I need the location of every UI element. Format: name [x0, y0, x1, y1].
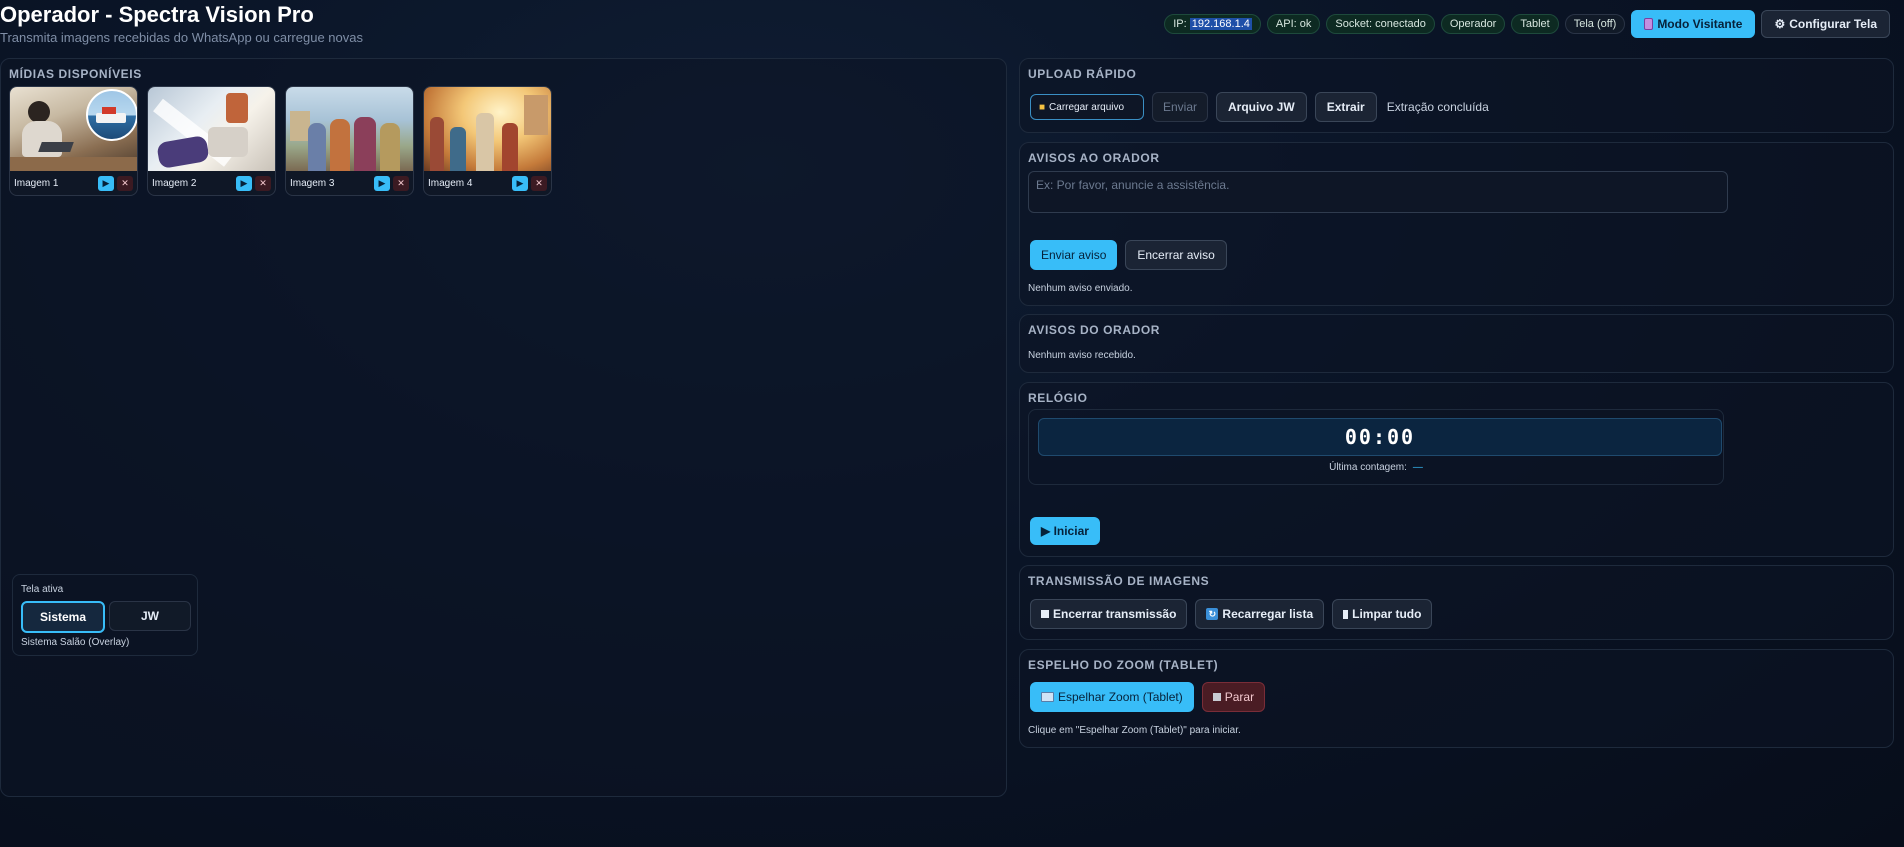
configure-screen-button[interactable]: ⚙ Configurar Tela	[1761, 10, 1890, 38]
media-card-label: Imagem 2	[152, 177, 197, 189]
ip-value: 192.168.1.4	[1189, 18, 1252, 30]
active-screen-label: Tela ativa	[21, 584, 64, 595]
mirror-zoom-label: Espelhar Zoom (Tablet)	[1058, 690, 1183, 704]
role-badge: Operador	[1440, 14, 1506, 34]
media-panel-title: MÍDIAS DISPONÍVEIS	[9, 67, 142, 81]
media-card[interactable]: Imagem 2 ▶ ✕	[147, 86, 276, 196]
speaker-received-panel: AVISOS DO ORADOR Nenhum aviso recebido.	[1019, 314, 1894, 373]
clear-all-label: Limpar tudo	[1352, 607, 1422, 621]
upload-status: Extração concluída	[1386, 100, 1489, 114]
media-thumbnail[interactable]	[424, 87, 551, 171]
visitor-mode-button[interactable]: Modo Visitante	[1631, 10, 1756, 38]
clock-box: 00:00 Última contagem: —	[1028, 409, 1724, 485]
screen-option-sistema[interactable]: Sistema	[21, 601, 105, 633]
folder-icon: ■	[1039, 101, 1046, 113]
ip-label: IP:	[1173, 18, 1187, 30]
media-grid: Imagem 1 ▶ ✕ Imagem 2 ▶ ✕ Imagem 3 ▶ ✕ I…	[9, 86, 552, 196]
received-status: Nenhum aviso recebido.	[1028, 350, 1136, 361]
page-subtitle: Transmita imagens recebidas do WhatsApp …	[0, 30, 363, 45]
screen-option-jw[interactable]: JW	[109, 601, 191, 631]
upload-send-button[interactable]: Enviar	[1152, 92, 1209, 122]
gear-icon: ⚙	[1774, 17, 1786, 31]
play-icon[interactable]: ▶	[374, 175, 390, 191]
upload-file-label: Carregar arquivo	[1049, 101, 1125, 113]
media-card-label: Imagem 4	[428, 177, 473, 189]
upload-panel-title: UPLOAD RÁPIDO	[1028, 67, 1137, 81]
clear-all-button[interactable]: Limpar tudo	[1332, 599, 1433, 629]
clock-title: RELÓGIO	[1028, 391, 1088, 405]
media-card[interactable]: Imagem 1 ▶ ✕	[9, 86, 138, 196]
close-icon[interactable]: ✕	[531, 175, 547, 191]
stop-icon	[1041, 610, 1049, 618]
notice-textarea[interactable]: Ex: Por favor, anuncie a assistência.	[1028, 171, 1728, 213]
zoom-mirror-title: ESPELHO DO ZOOM (TABLET)	[1028, 658, 1219, 672]
upload-file-input[interactable]: ■ Carregar arquivo	[1030, 94, 1144, 120]
media-card-footer: Imagem 4 ▶ ✕	[424, 171, 551, 195]
mirror-zoom-button[interactable]: Espelhar Zoom (Tablet)	[1030, 682, 1194, 712]
active-screen-box: Tela ativa Sistema JW Sistema Salão (Ove…	[12, 574, 198, 656]
api-badge: API: ok	[1266, 14, 1321, 34]
visitor-mode-label: Modo Visitante	[1657, 17, 1743, 31]
play-icon[interactable]: ▶	[98, 175, 114, 191]
media-card[interactable]: Imagem 3 ▶ ✕	[285, 86, 414, 196]
monitor-icon	[1041, 692, 1054, 702]
ip-badge: IP: 192.168.1.4	[1164, 14, 1261, 34]
end-transmission-label: Encerrar transmissão	[1053, 607, 1177, 621]
clock-display: 00:00	[1038, 418, 1722, 456]
media-card-label: Imagem 3	[290, 177, 335, 189]
send-notice-button[interactable]: Enviar aviso	[1030, 240, 1118, 270]
zoom-mirror-hint: Clique em "Espelhar Zoom (Tablet)" para …	[1028, 725, 1241, 736]
clock-panel: RELÓGIO 00:00 Última contagem: — ▶ Inicia…	[1019, 382, 1894, 557]
media-thumbnail[interactable]	[148, 87, 275, 171]
close-icon[interactable]: ✕	[393, 175, 409, 191]
speaker-notices-title: AVISOS AO ORADOR	[1028, 151, 1160, 165]
zoom-mirror-panel: ESPELHO DO ZOOM (TABLET) Espelhar Zoom (…	[1019, 649, 1894, 748]
speaker-received-title: AVISOS DO ORADOR	[1028, 323, 1161, 337]
device-badge: Tablet	[1511, 14, 1559, 34]
stop-mirror-label: Parar	[1224, 690, 1255, 704]
transmission-title: TRANSMISSÃO DE IMAGENS	[1028, 574, 1210, 588]
reload-icon: ↻	[1206, 608, 1219, 620]
reload-list-label: Recarregar lista	[1222, 607, 1314, 621]
start-clock-button[interactable]: ▶ Iniciar	[1030, 517, 1100, 545]
play-icon[interactable]: ▶	[236, 175, 252, 191]
last-count-label: Última contagem:	[1329, 462, 1407, 473]
transmission-panel: TRANSMISSÃO DE IMAGENS Encerrar transmis…	[1019, 565, 1894, 640]
media-thumbnail[interactable]	[10, 87, 137, 171]
play-icon[interactable]: ▶	[512, 175, 528, 191]
media-card-footer: Imagem 1 ▶ ✕	[10, 171, 137, 195]
end-notice-button[interactable]: Encerrar aviso	[1125, 240, 1227, 270]
speaker-notices-panel: AVISOS AO ORADOR Ex: Por favor, anuncie …	[1019, 142, 1894, 306]
media-panel: MÍDIAS DISPONÍVEIS Imagem 1 ▶ ✕ Imagem 2…	[0, 58, 1007, 797]
close-icon[interactable]: ✕	[255, 175, 271, 191]
end-transmission-button[interactable]: Encerrar transmissão	[1030, 599, 1188, 629]
last-count: Última contagem: —	[1029, 462, 1723, 473]
page-title: Operador - Spectra Vision Pro	[0, 2, 314, 27]
upload-panel: UPLOAD RÁPIDO ■ Carregar arquivo Enviar …	[1019, 58, 1894, 133]
media-card-label: Imagem 1	[14, 177, 59, 189]
media-thumbnail[interactable]	[286, 87, 413, 171]
media-card-footer: Imagem 3 ▶ ✕	[286, 171, 413, 195]
jw-file-button[interactable]: Arquivo JW	[1216, 92, 1307, 122]
stop-icon	[1212, 693, 1221, 701]
extract-button[interactable]: Extrair	[1314, 92, 1377, 122]
media-card-footer: Imagem 2 ▶ ✕	[148, 171, 275, 195]
media-card[interactable]: Imagem 4 ▶ ✕	[423, 86, 552, 196]
reload-list-button[interactable]: ↻ Recarregar lista	[1195, 599, 1325, 629]
phone-icon	[1644, 18, 1654, 30]
trash-icon	[1343, 609, 1349, 619]
last-count-value: —	[1412, 462, 1423, 473]
stop-mirror-button[interactable]: Parar	[1201, 682, 1266, 712]
status-bar: IP: 192.168.1.4 API: ok Socket: conectad…	[1164, 10, 1890, 38]
notice-status: Nenhum aviso enviado.	[1028, 283, 1133, 294]
close-icon[interactable]: ✕	[117, 175, 133, 191]
configure-screen-label: Configurar Tela	[1789, 17, 1877, 31]
socket-badge: Socket: conectado	[1326, 14, 1435, 34]
active-screen-description: Sistema Salão (Overlay)	[21, 637, 130, 648]
screen-badge: Tela (off)	[1564, 14, 1626, 34]
